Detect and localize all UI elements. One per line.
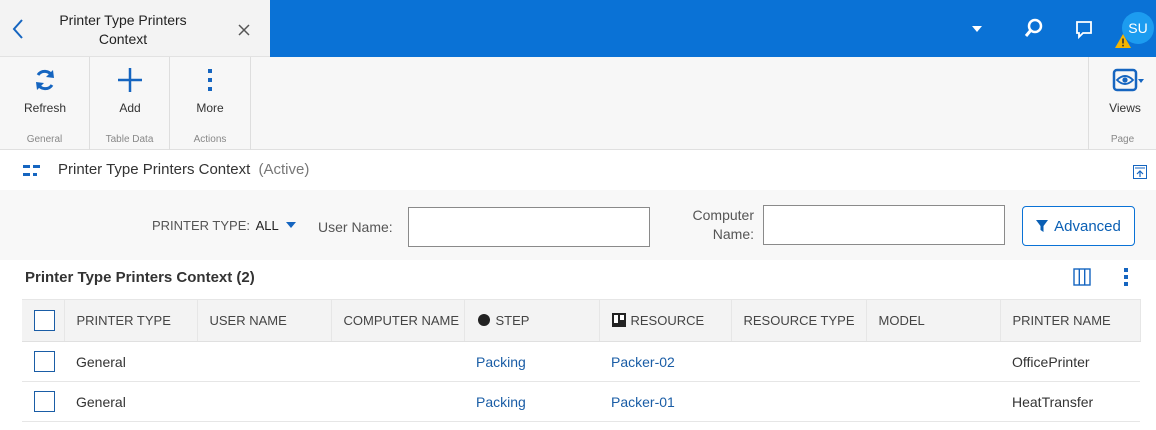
context-header: Printer Type Printers Context (Active) bbox=[0, 151, 1156, 189]
column-header-user-name[interactable]: USER NAME bbox=[197, 299, 332, 342]
tab-title[interactable]: Printer Type Printers Context bbox=[48, 11, 198, 49]
resource-icon bbox=[611, 313, 626, 327]
page-tab: Printer Type Printers Context bbox=[0, 0, 270, 57]
close-tab-button[interactable] bbox=[234, 20, 254, 40]
top-bar: Printer Type Printers Context SU bbox=[0, 0, 1156, 57]
cell-step-link[interactable]: Packing bbox=[464, 381, 599, 422]
tab-title-line1: Printer Type Printers bbox=[59, 12, 187, 28]
header-bar: SU bbox=[270, 0, 1156, 57]
ribbon-group-actions: More Actions bbox=[170, 57, 251, 150]
cell-resource-link[interactable]: Packer-02 bbox=[599, 341, 731, 382]
advanced-label: Advanced bbox=[1054, 217, 1121, 235]
header-dropdown-button[interactable] bbox=[962, 14, 992, 44]
column-header-model[interactable]: MODEL bbox=[866, 299, 1001, 342]
filter-icon bbox=[1036, 220, 1049, 232]
row-select-cell bbox=[22, 381, 64, 422]
cell-computer-name bbox=[331, 341, 464, 382]
computer-name-input[interactable] bbox=[763, 205, 1005, 245]
table-header-row: PRINTER TYPE USER NAME COMPUTER NAME STE… bbox=[22, 299, 1141, 342]
select-all-cell bbox=[22, 299, 65, 342]
cell-printer-type: General bbox=[64, 381, 197, 422]
table-row[interactable]: General Packing Packer-02 OfficePrinter bbox=[22, 341, 1140, 382]
column-header-printer-type[interactable]: PRINTER TYPE bbox=[64, 299, 198, 342]
column-header-printer-name[interactable]: PRINTER NAME bbox=[1000, 299, 1141, 342]
cell-printer-name: HeatTransfer bbox=[1000, 381, 1140, 422]
context-title-text: Printer Type Printers Context bbox=[58, 161, 251, 178]
back-button[interactable] bbox=[6, 14, 32, 44]
collapse-panel-icon[interactable] bbox=[1133, 165, 1147, 179]
cell-computer-name bbox=[331, 381, 464, 422]
printer-type-label: PRINTER TYPE: bbox=[152, 218, 251, 233]
add-label: Add bbox=[119, 101, 141, 115]
printer-type-filter[interactable]: PRINTER TYPE: ALL bbox=[152, 218, 296, 233]
chat-icon bbox=[1076, 21, 1092, 40]
context-list-icon bbox=[23, 165, 40, 176]
cell-resource-type bbox=[731, 381, 866, 422]
group-label-actions: Actions bbox=[193, 134, 227, 145]
cell-resource-link[interactable]: Packer-01 bbox=[599, 381, 731, 422]
more-button[interactable]: More bbox=[176, 63, 244, 115]
more-label: More bbox=[196, 101, 224, 115]
search-icon bbox=[1024, 18, 1043, 37]
cell-model bbox=[866, 341, 1000, 382]
table-row[interactable]: General Packing Packer-01 HeatTransfer bbox=[22, 381, 1140, 422]
columns-icon[interactable] bbox=[1073, 268, 1091, 286]
caret-down-icon bbox=[972, 26, 982, 32]
ribbon-group-general: Refresh General bbox=[0, 57, 90, 150]
cell-user-name bbox=[197, 341, 331, 382]
cell-resource-type bbox=[731, 341, 866, 382]
refresh-label: Refresh bbox=[23, 101, 67, 115]
row-checkbox[interactable] bbox=[34, 391, 55, 412]
tab-title-line2: Context bbox=[98, 31, 148, 47]
add-button[interactable]: Add bbox=[96, 63, 164, 115]
warning-icon bbox=[1115, 34, 1131, 48]
filter-bar: PRINTER TYPE: ALL User Name: Computer Na… bbox=[0, 190, 1156, 260]
group-label-page: Page bbox=[1110, 134, 1135, 145]
select-all-checkbox[interactable] bbox=[34, 310, 55, 331]
column-header-computer-name[interactable]: COMPUTER NAME bbox=[331, 299, 465, 342]
cell-model bbox=[866, 381, 1000, 422]
user-name-label: User Name: bbox=[318, 219, 393, 235]
cell-printer-type: General bbox=[64, 341, 197, 382]
chevron-left-icon bbox=[12, 19, 23, 39]
context-title: Printer Type Printers Context (Active) bbox=[58, 161, 309, 178]
views-button[interactable]: Views bbox=[1097, 63, 1153, 115]
computer-name-label-line1: Computer bbox=[692, 207, 754, 223]
column-header-step[interactable]: STEP bbox=[464, 299, 600, 342]
advanced-filter-button[interactable]: Advanced bbox=[1022, 206, 1135, 246]
column-header-resource[interactable]: RESOURCE bbox=[599, 299, 732, 342]
group-label-general: General bbox=[26, 134, 63, 145]
messages-button[interactable] bbox=[1069, 14, 1099, 44]
more-vertical-icon bbox=[208, 69, 212, 91]
printer-type-value[interactable]: ALL bbox=[256, 218, 279, 233]
ribbon-group-page: Views Page bbox=[1088, 57, 1156, 150]
cell-step-link[interactable]: Packing bbox=[464, 341, 599, 382]
grid-title: Printer Type Printers Context (2) bbox=[25, 269, 255, 286]
column-header-step-label: STEP bbox=[495, 313, 530, 328]
context-status: (Active) bbox=[258, 161, 310, 178]
printers-table: PRINTER TYPE USER NAME COMPUTER NAME STE… bbox=[22, 299, 1141, 422]
group-label-table-data: Table Data bbox=[105, 134, 154, 145]
ribbon-toolbar: Refresh General Add Table Data More Acti… bbox=[0, 57, 1156, 150]
row-checkbox[interactable] bbox=[34, 351, 55, 372]
views-label: Views bbox=[1109, 101, 1141, 115]
cell-user-name bbox=[197, 381, 331, 422]
computer-name-label: Computer Name: bbox=[670, 206, 754, 244]
cell-printer-name: OfficePrinter bbox=[1000, 341, 1140, 382]
close-icon bbox=[238, 24, 250, 36]
row-select-cell bbox=[22, 341, 64, 382]
eye-icon bbox=[1112, 68, 1144, 92]
refresh-button[interactable]: Refresh bbox=[11, 63, 79, 115]
refresh-icon bbox=[36, 69, 54, 91]
user-name-input[interactable] bbox=[408, 207, 650, 247]
search-button[interactable] bbox=[1018, 14, 1048, 44]
ribbon-group-table-data: Add Table Data bbox=[90, 57, 170, 150]
computer-name-label-line2: Name: bbox=[712, 226, 754, 242]
column-header-resource-label: RESOURCE bbox=[630, 313, 705, 328]
caret-down-icon[interactable] bbox=[285, 222, 296, 228]
column-header-resource-type[interactable]: RESOURCE TYPE bbox=[731, 299, 867, 342]
step-icon bbox=[477, 314, 490, 326]
plus-icon bbox=[118, 68, 142, 92]
more-vertical-icon[interactable] bbox=[1120, 267, 1132, 287]
